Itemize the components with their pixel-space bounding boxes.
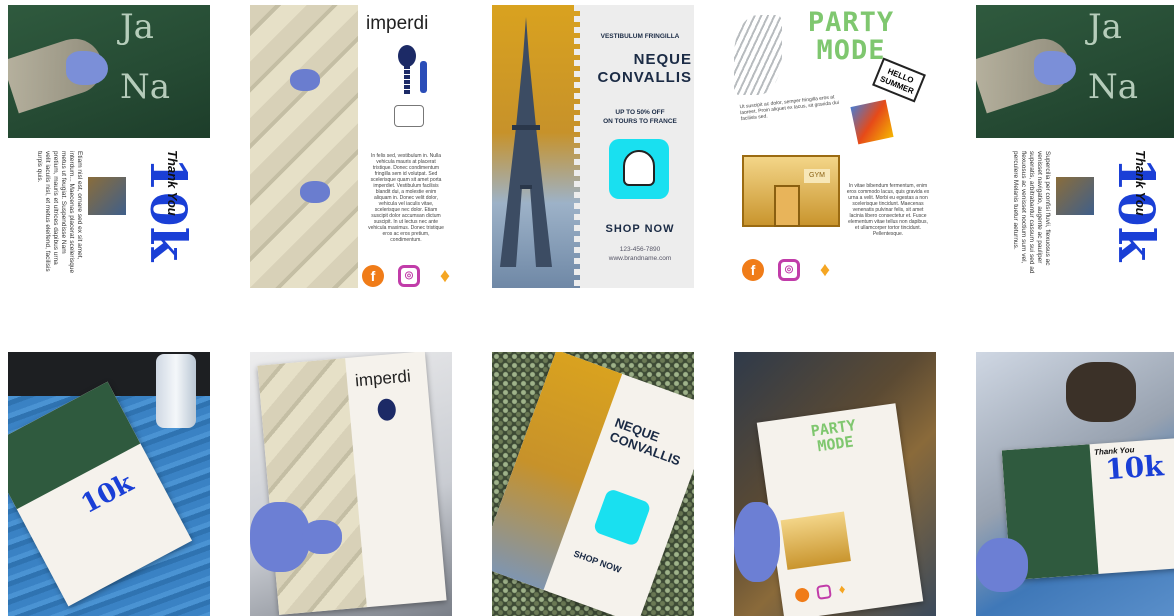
- eiffel-contact: 123-456-7890 www.brandname.com: [588, 245, 692, 263]
- imperdi-body: In felis sed, vestibulum in. Nulla vehic…: [368, 153, 444, 243]
- glove-image: [250, 502, 310, 572]
- imperdi-title: imperdi: [366, 13, 429, 34]
- twitter-icon: ♦: [819, 259, 831, 281]
- store-door: [774, 185, 800, 227]
- storefront-image: GYM: [742, 155, 840, 227]
- instagram-icon: ◎: [398, 265, 420, 287]
- chalk-text-left: Ja: [120, 7, 154, 47]
- chalk-text-right: Na: [120, 67, 171, 107]
- eiffel-headline: NEQUE CONVALLIS: [608, 415, 688, 469]
- thumbnail-photo: [88, 177, 126, 215]
- thank-you-body: Etiam nisl est, ornare sed ex sit amet, …: [36, 151, 83, 274]
- glove-image: [290, 69, 320, 91]
- glove-image: [302, 520, 342, 554]
- eiffel-offer: UP TO 50% OFF ON TOURS TO FRANCE: [588, 108, 692, 126]
- party-flyer[interactable]: PARTY MODE HELLO SUMMER Ut suscipit ac d…: [734, 5, 936, 288]
- thank-you-body: Supercilia per confisi fluvii, flexuosus…: [1012, 151, 1051, 274]
- party-title: PARTY MODE: [778, 413, 891, 460]
- eiffel-headline: NEQUE CONVALLIS: [570, 51, 692, 87]
- torn-edge: [574, 5, 584, 288]
- instagram-icon: [816, 584, 832, 600]
- twitter-icon: ♦: [837, 581, 847, 597]
- chalk-text-right: Na: [1088, 67, 1139, 107]
- bag-image: [1066, 362, 1136, 422]
- chalkboard-photo: Ja Na: [8, 5, 210, 138]
- ten-k-text: 10k: [76, 467, 139, 520]
- snapchat-icon: [609, 139, 669, 199]
- imperdi-title: imperdi: [354, 366, 412, 391]
- dog-image: [850, 99, 894, 145]
- party-title: PARTY MODE: [776, 9, 926, 65]
- photo-thank-you-print-alt[interactable]: 10k Thank You: [976, 352, 1174, 616]
- eiffel-tower-icon: [500, 17, 552, 267]
- eiffel-flyer[interactable]: VESTIBULUM FRINGILLA NEQUE CONVALLIS UP …: [492, 5, 694, 288]
- thank-you-flyer[interactable]: Ja Na 10k Thank You Etiam nisl est, orna…: [8, 5, 210, 288]
- chalkboard-photo: Ja Na: [976, 5, 1174, 138]
- twitter-icon: ♦: [439, 265, 451, 287]
- social-icons: f ◎ ♦: [362, 265, 452, 287]
- photo-party-print[interactable]: PARTY MODE ♦: [734, 352, 936, 616]
- thumbnail-photo: [1056, 177, 1094, 215]
- printed-flyer: imperdi: [257, 352, 447, 615]
- social-icons: ♦: [794, 581, 853, 603]
- social-icons: f ◎ ♦: [742, 259, 836, 281]
- water-bottle-image: [156, 354, 196, 428]
- store-sign: GYM: [804, 169, 830, 183]
- party-title-line-2: MODE: [816, 35, 886, 66]
- facebook-icon: [794, 587, 811, 603]
- books-photo: [250, 5, 358, 288]
- eiffel-kicker: VESTIBULUM FRINGILLA: [600, 33, 680, 40]
- facebook-icon: f: [362, 265, 384, 287]
- thank-you-text: Thank You: [165, 150, 180, 216]
- glove-image: [734, 502, 780, 582]
- thank-you-flyer-alt[interactable]: Ja Na 10k Thank You Supercilia per confi…: [976, 5, 1174, 288]
- shop-now-button: SHOP NOW: [572, 548, 623, 575]
- offer-line-2: ON TOURS TO FRANCE: [603, 118, 677, 125]
- website-url: www.brandname.com: [608, 255, 672, 262]
- shop-now-button[interactable]: SHOP NOW: [588, 223, 692, 235]
- facebook-icon: f: [742, 259, 764, 281]
- storefront-image: [780, 511, 851, 570]
- headline-line-1: NEQUE: [633, 51, 692, 68]
- printed-flyer: PARTY MODE ♦: [756, 403, 924, 616]
- photo-eiffel-print[interactable]: NEQUE CONVALLIS SHOP NOW: [492, 352, 694, 616]
- photo-thank-you-print[interactable]: 10k: [8, 352, 210, 616]
- palm-leaf-icon: [734, 15, 782, 95]
- party-title-line-1: PARTY: [807, 7, 895, 38]
- photo-imperdi-print[interactable]: imperdi: [250, 352, 452, 616]
- glove-image: [300, 181, 330, 203]
- phone-number: 123-456-7890: [619, 246, 661, 253]
- chalk-text-left: Ja: [1088, 7, 1122, 47]
- eiffel-photo: [492, 5, 580, 288]
- headline-line-2: CONVALLIS: [597, 69, 692, 86]
- glove-image: [1034, 51, 1076, 85]
- party-top-text: Ut suscipit ac dolor, semper fringilla e…: [739, 94, 840, 123]
- party-body: In vitae bibendum fermentum, enim eros c…: [846, 183, 930, 237]
- woman-illustration: [376, 397, 397, 422]
- glove-image: [976, 538, 1028, 592]
- imperdi-flyer[interactable]: imperdi In felis sed, vestibulum in. Nul…: [250, 5, 452, 288]
- snapchat-icon: [592, 487, 652, 547]
- glove-image: [66, 51, 108, 85]
- woman-illustration: [388, 45, 434, 133]
- offer-line-1: UP TO 50% OFF: [615, 109, 665, 116]
- thank-you-text: Thank You: [1133, 150, 1148, 216]
- instagram-icon: ◎: [778, 259, 800, 281]
